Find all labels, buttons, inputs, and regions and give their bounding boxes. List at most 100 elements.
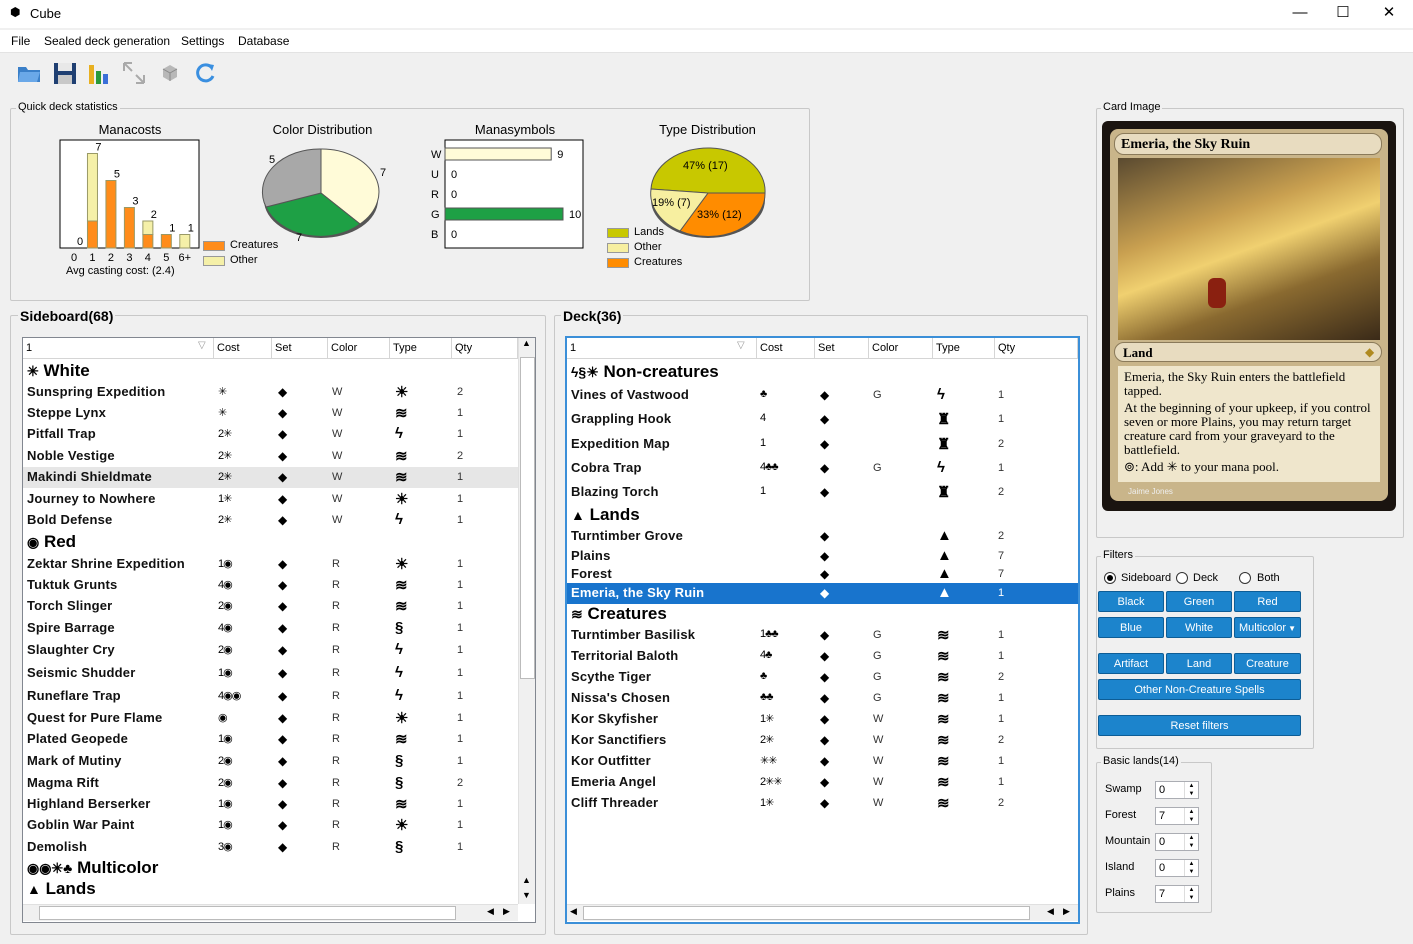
sideboard-row[interactable]: Torch Slinger 2◉ ◆ R ≋ 1	[23, 596, 535, 617]
radio-both[interactable]	[1239, 572, 1251, 584]
deck-header-set[interactable]: Set	[815, 338, 869, 359]
radio-sideboard[interactable]	[1104, 572, 1116, 584]
sideboard-row[interactable]: Goblin War Paint 1◉ ◆ R ☀ 1	[23, 815, 535, 836]
sideboard-scroll-thumb[interactable]	[520, 357, 535, 679]
sideboard-horizontal-scrollbar[interactable]: ◀ ▶	[23, 904, 518, 921]
menu-sealed-deck-generation[interactable]: Sealed deck generation	[44, 34, 170, 48]
deck-header-color[interactable]: Color	[869, 338, 933, 359]
deck-row[interactable]: Grappling Hook 4 ◆ ♜ 1	[567, 409, 1078, 430]
deck-row[interactable]: Turntimber Grove ◆ ▲ 2	[567, 526, 1078, 547]
deck-row[interactable]: Emeria Angel 2✳✳ ◆ W ≋ 1	[567, 772, 1078, 793]
deck-row[interactable]: Kor Outfitter ✳✳ ◆ W ≋ 1	[567, 751, 1078, 772]
filter-white-button[interactable]: White	[1166, 617, 1232, 638]
sideboard-row[interactable]: Tuktuk Grunts 4◉ ◆ R ≋ 1	[23, 575, 535, 596]
sideboard-row[interactable]: Quest for Pure Flame ◉ ◆ R ☀ 1	[23, 708, 535, 729]
sideboard-row[interactable]: Slaughter Cry 2◉ ◆ Rϟ 1	[23, 640, 535, 661]
deck-row[interactable]: Emeria, the Sky Ruin ◆ ▲ 1	[567, 583, 1078, 604]
filter-artifact-button[interactable]: Artifact	[1098, 653, 1164, 674]
spin-arrows-icon[interactable]: ▲ ▼	[1184, 808, 1198, 824]
deck-row[interactable]: Blazing Torch 1 ◆ ♜ 2	[567, 482, 1078, 503]
filter-other-noncreature-button[interactable]: Other Non-Creature Spells	[1098, 679, 1301, 700]
menu-file[interactable]: File	[11, 34, 30, 48]
scroll-up-icon-lower[interactable]: ▲	[522, 875, 531, 885]
sideboard-vertical-scrollbar[interactable]: ▲ ▲ ▼	[518, 338, 535, 904]
deck-row[interactable]: Kor Skyfisher 1✳ ◆ W ≋ 1	[567, 709, 1078, 730]
expand-icon[interactable]	[121, 60, 147, 86]
sideboard-row[interactable]: Makindi Shieldmate 2✳ ◆ W ≋ 1	[23, 467, 535, 488]
deck-row[interactable]: Territorial Baloth 4♣ ◆ G ≋ 1	[567, 646, 1078, 667]
filter-blue-button[interactable]: Blue	[1098, 617, 1164, 638]
deck-row[interactable]: Vines of Vastwood ♣ ◆ Gϟ 1	[567, 385, 1078, 406]
sideboard-header-type[interactable]: Type	[390, 338, 452, 359]
spin-arrows-icon[interactable]: ▲ ▼	[1184, 886, 1198, 902]
deck-row[interactable]: Forest ◆ ▲ 7	[567, 564, 1078, 585]
cube-icon[interactable]	[157, 60, 183, 86]
basic-land-spinbox[interactable]: 0 ▲ ▼	[1155, 781, 1199, 799]
basic-land-spinbox[interactable]: 7 ▲ ▼	[1155, 807, 1199, 825]
sideboard-row[interactable]: Mark of Mutiny 2◉ ◆ R § 1	[23, 751, 535, 772]
sideboard-row[interactable]: Pitfall Trap 2✳ ◆ Wϟ 1	[23, 424, 535, 445]
sideboard-row[interactable]: Spire Barrage 4◉ ◆ R § 1	[23, 618, 535, 639]
filter-green-button[interactable]: Green	[1166, 591, 1232, 612]
close-button[interactable]: ✕	[1366, 0, 1412, 28]
spin-arrows-icon[interactable]: ▲ ▼	[1184, 782, 1198, 798]
sideboard-row[interactable]: Steppe Lynx ✳ ◆ W ≋ 1	[23, 403, 535, 424]
sideboard-header-name[interactable]: 1	[23, 338, 214, 359]
deck-row[interactable]: Scythe Tiger ♣ ◆ G ≋ 2	[567, 667, 1078, 688]
deck-horizontal-scrollbar[interactable]: ◀ ◀ ▶	[567, 904, 1078, 921]
deck-row[interactable]: Cliff Threader 1✳ ◆ W ≋ 2	[567, 793, 1078, 814]
scroll-up-icon[interactable]: ▲	[522, 338, 531, 348]
sideboard-list[interactable]: 1 ▽ Cost Set Color Type Qty ✳ White Sunsp…	[22, 337, 536, 923]
sideboard-row[interactable]: Demolish 3◉ ◆ R § 1	[23, 837, 535, 858]
deck-row[interactable]: Expedition Map 1 ◆ ♜ 2	[567, 434, 1078, 455]
basic-land-spinbox[interactable]: 0 ▲ ▼	[1155, 833, 1199, 851]
sideboard-row[interactable]: Runeflare Trap 4◉◉ ◆ Rϟ 1	[23, 686, 535, 707]
basic-land-spinbox[interactable]: 7 ▲ ▼	[1155, 885, 1199, 903]
reset-filters-button[interactable]: Reset filters	[1098, 715, 1301, 736]
sideboard-row[interactable]: Sunspring Expedition ✳ ◆ W ☀ 2	[23, 382, 535, 403]
deck-scroll-right-icon[interactable]: ▶	[1063, 906, 1070, 917]
sideboard-row[interactable]: Highland Berserker 1◉ ◆ R ≋ 1	[23, 794, 535, 815]
sideboard-header-set[interactable]: Set	[272, 338, 328, 359]
scroll-left-icon[interactable]: ◀	[487, 906, 494, 917]
scroll-down-icon[interactable]: ▼	[522, 890, 531, 900]
save-icon[interactable]	[52, 60, 78, 86]
deck-header-type[interactable]: Type	[933, 338, 995, 359]
deck-row[interactable]: Cobra Trap 4♣♣ ◆ Gϟ 1	[567, 458, 1078, 479]
filter-land-button[interactable]: Land	[1166, 653, 1232, 674]
deck-header-qty[interactable]: Qty	[995, 338, 1078, 359]
sideboard-header-cost[interactable]: Cost	[214, 338, 272, 359]
radio-deck[interactable]	[1176, 572, 1188, 584]
sideboard-row[interactable]: Journey to Nowhere 1✳ ◆ W ☀ 1	[23, 489, 535, 510]
sideboard-row[interactable]: Zektar Shrine Expedition 1◉ ◆ R ☀ 1	[23, 554, 535, 575]
deck-list[interactable]: 1 ▽ Cost Set Color Type Qty ϟ§☀ Non-crea…	[565, 336, 1080, 924]
scroll-right-icon[interactable]: ▶	[503, 906, 510, 917]
sideboard-header-qty[interactable]: Qty	[452, 338, 518, 359]
deck-header-name[interactable]: 1	[567, 338, 757, 359]
statistics-chart-icon[interactable]	[87, 60, 113, 86]
minimize-button[interactable]: —	[1277, 0, 1323, 28]
open-folder-icon[interactable]	[16, 60, 42, 86]
filter-black-button[interactable]: Black	[1098, 591, 1164, 612]
spin-arrows-icon[interactable]: ▲ ▼	[1184, 860, 1198, 876]
filter-creature-button[interactable]: Creature	[1234, 653, 1301, 674]
sideboard-header-color[interactable]: Color	[328, 338, 390, 359]
spin-arrows-icon[interactable]: ▲ ▼	[1184, 834, 1198, 850]
menu-database[interactable]: Database	[238, 34, 289, 48]
refresh-icon[interactable]	[192, 60, 218, 86]
deck-row[interactable]: Nissa's Chosen ♣♣ ◆ G ≋ 1	[567, 688, 1078, 709]
basic-land-spinbox[interactable]: 0 ▲ ▼	[1155, 859, 1199, 877]
deck-hscroll-thumb[interactable]	[583, 906, 1030, 920]
deck-row[interactable]: Kor Sanctifiers 2✳ ◆ W ≋ 2	[567, 730, 1078, 751]
deck-row[interactable]: Turntimber Basilisk 1♣♣ ◆ G ≋ 1	[567, 625, 1078, 646]
filter-multicolor-dropdown[interactable]: Multicolor ▼	[1234, 617, 1301, 638]
sideboard-row[interactable]: Noble Vestige 2✳ ◆ W ≋ 2	[23, 446, 535, 467]
deck-header-cost[interactable]: Cost	[757, 338, 815, 359]
sideboard-row[interactable]: Bold Defense 2✳ ◆ Wϟ 1	[23, 510, 535, 531]
filter-red-button[interactable]: Red	[1234, 591, 1301, 612]
sideboard-row[interactable]: Magma Rift 2◉ ◆ R § 2	[23, 773, 535, 794]
sideboard-row[interactable]: Plated Geopede 1◉ ◆ R ≋ 1	[23, 729, 535, 750]
deck-scroll-left-icon[interactable]: ◀	[570, 906, 577, 917]
maximize-button[interactable]: ☐	[1320, 0, 1366, 28]
sideboard-row[interactable]: Seismic Shudder 1◉ ◆ Rϟ 1	[23, 663, 535, 684]
